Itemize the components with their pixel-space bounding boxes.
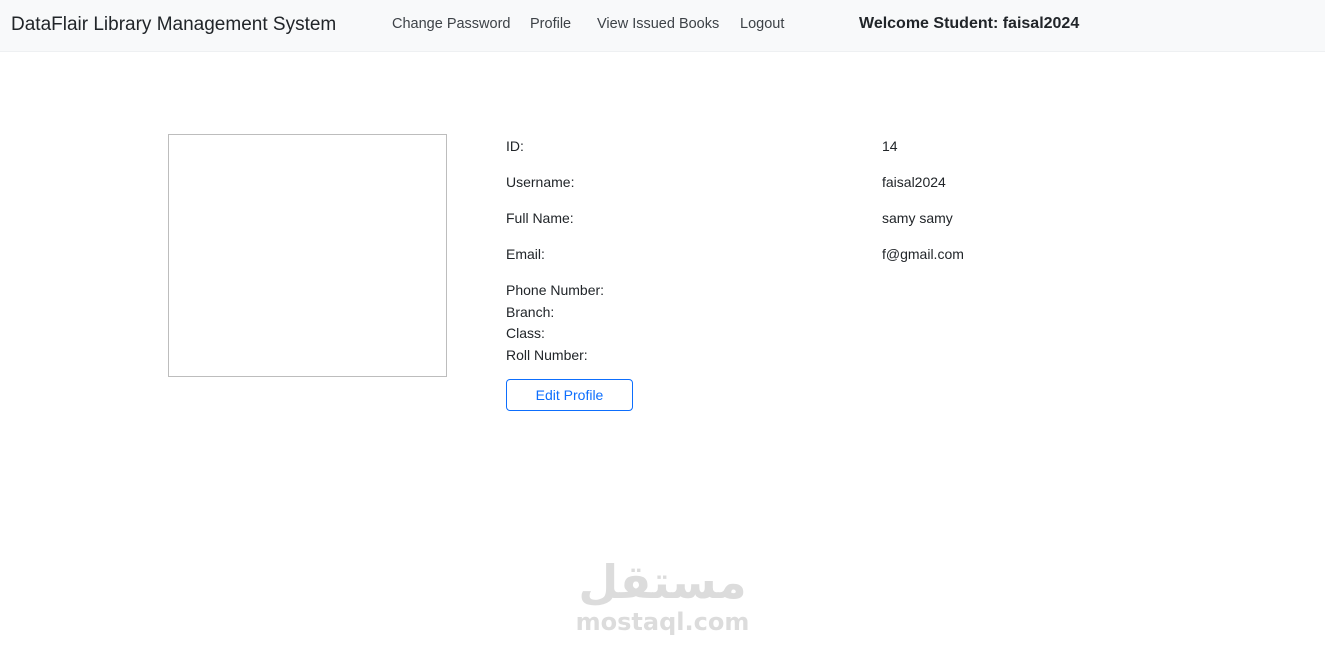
class-label: Class:: [506, 325, 545, 341]
full-name-value: samy samy: [882, 210, 953, 226]
profile-image-placeholder: [168, 134, 447, 377]
nav-change-password[interactable]: Change Password: [392, 16, 511, 32]
email-value: f@gmail.com: [882, 246, 964, 262]
id-label: ID:: [506, 138, 524, 154]
branch-label: Branch:: [506, 304, 555, 320]
email-label: Email:: [506, 246, 545, 262]
nav-profile[interactable]: Profile: [530, 16, 571, 32]
roll-number-label: Roll Number:: [506, 347, 588, 363]
watermark-arabic-text: مستقل: [578, 555, 747, 609]
watermark-logo: مستقل mostaql.com: [570, 555, 755, 635]
phone-number-label: Phone Number:: [506, 282, 605, 298]
navbar: DataFlair Library Management System Chan…: [0, 0, 1325, 52]
watermark-latin-text: mostaql.com: [575, 608, 750, 636]
nav-view-issued-books[interactable]: View Issued Books: [597, 16, 719, 32]
edit-profile-button[interactable]: Edit Profile: [506, 379, 633, 411]
id-value: 14: [882, 138, 898, 154]
nav-logout[interactable]: Logout: [740, 16, 784, 32]
username-value: faisal2024: [882, 174, 946, 190]
brand-link[interactable]: DataFlair Library Management System: [11, 14, 336, 36]
full-name-label: Full Name:: [506, 210, 574, 226]
welcome-text: Welcome Student: faisal2024: [859, 15, 1080, 32]
username-label: Username:: [506, 174, 575, 190]
